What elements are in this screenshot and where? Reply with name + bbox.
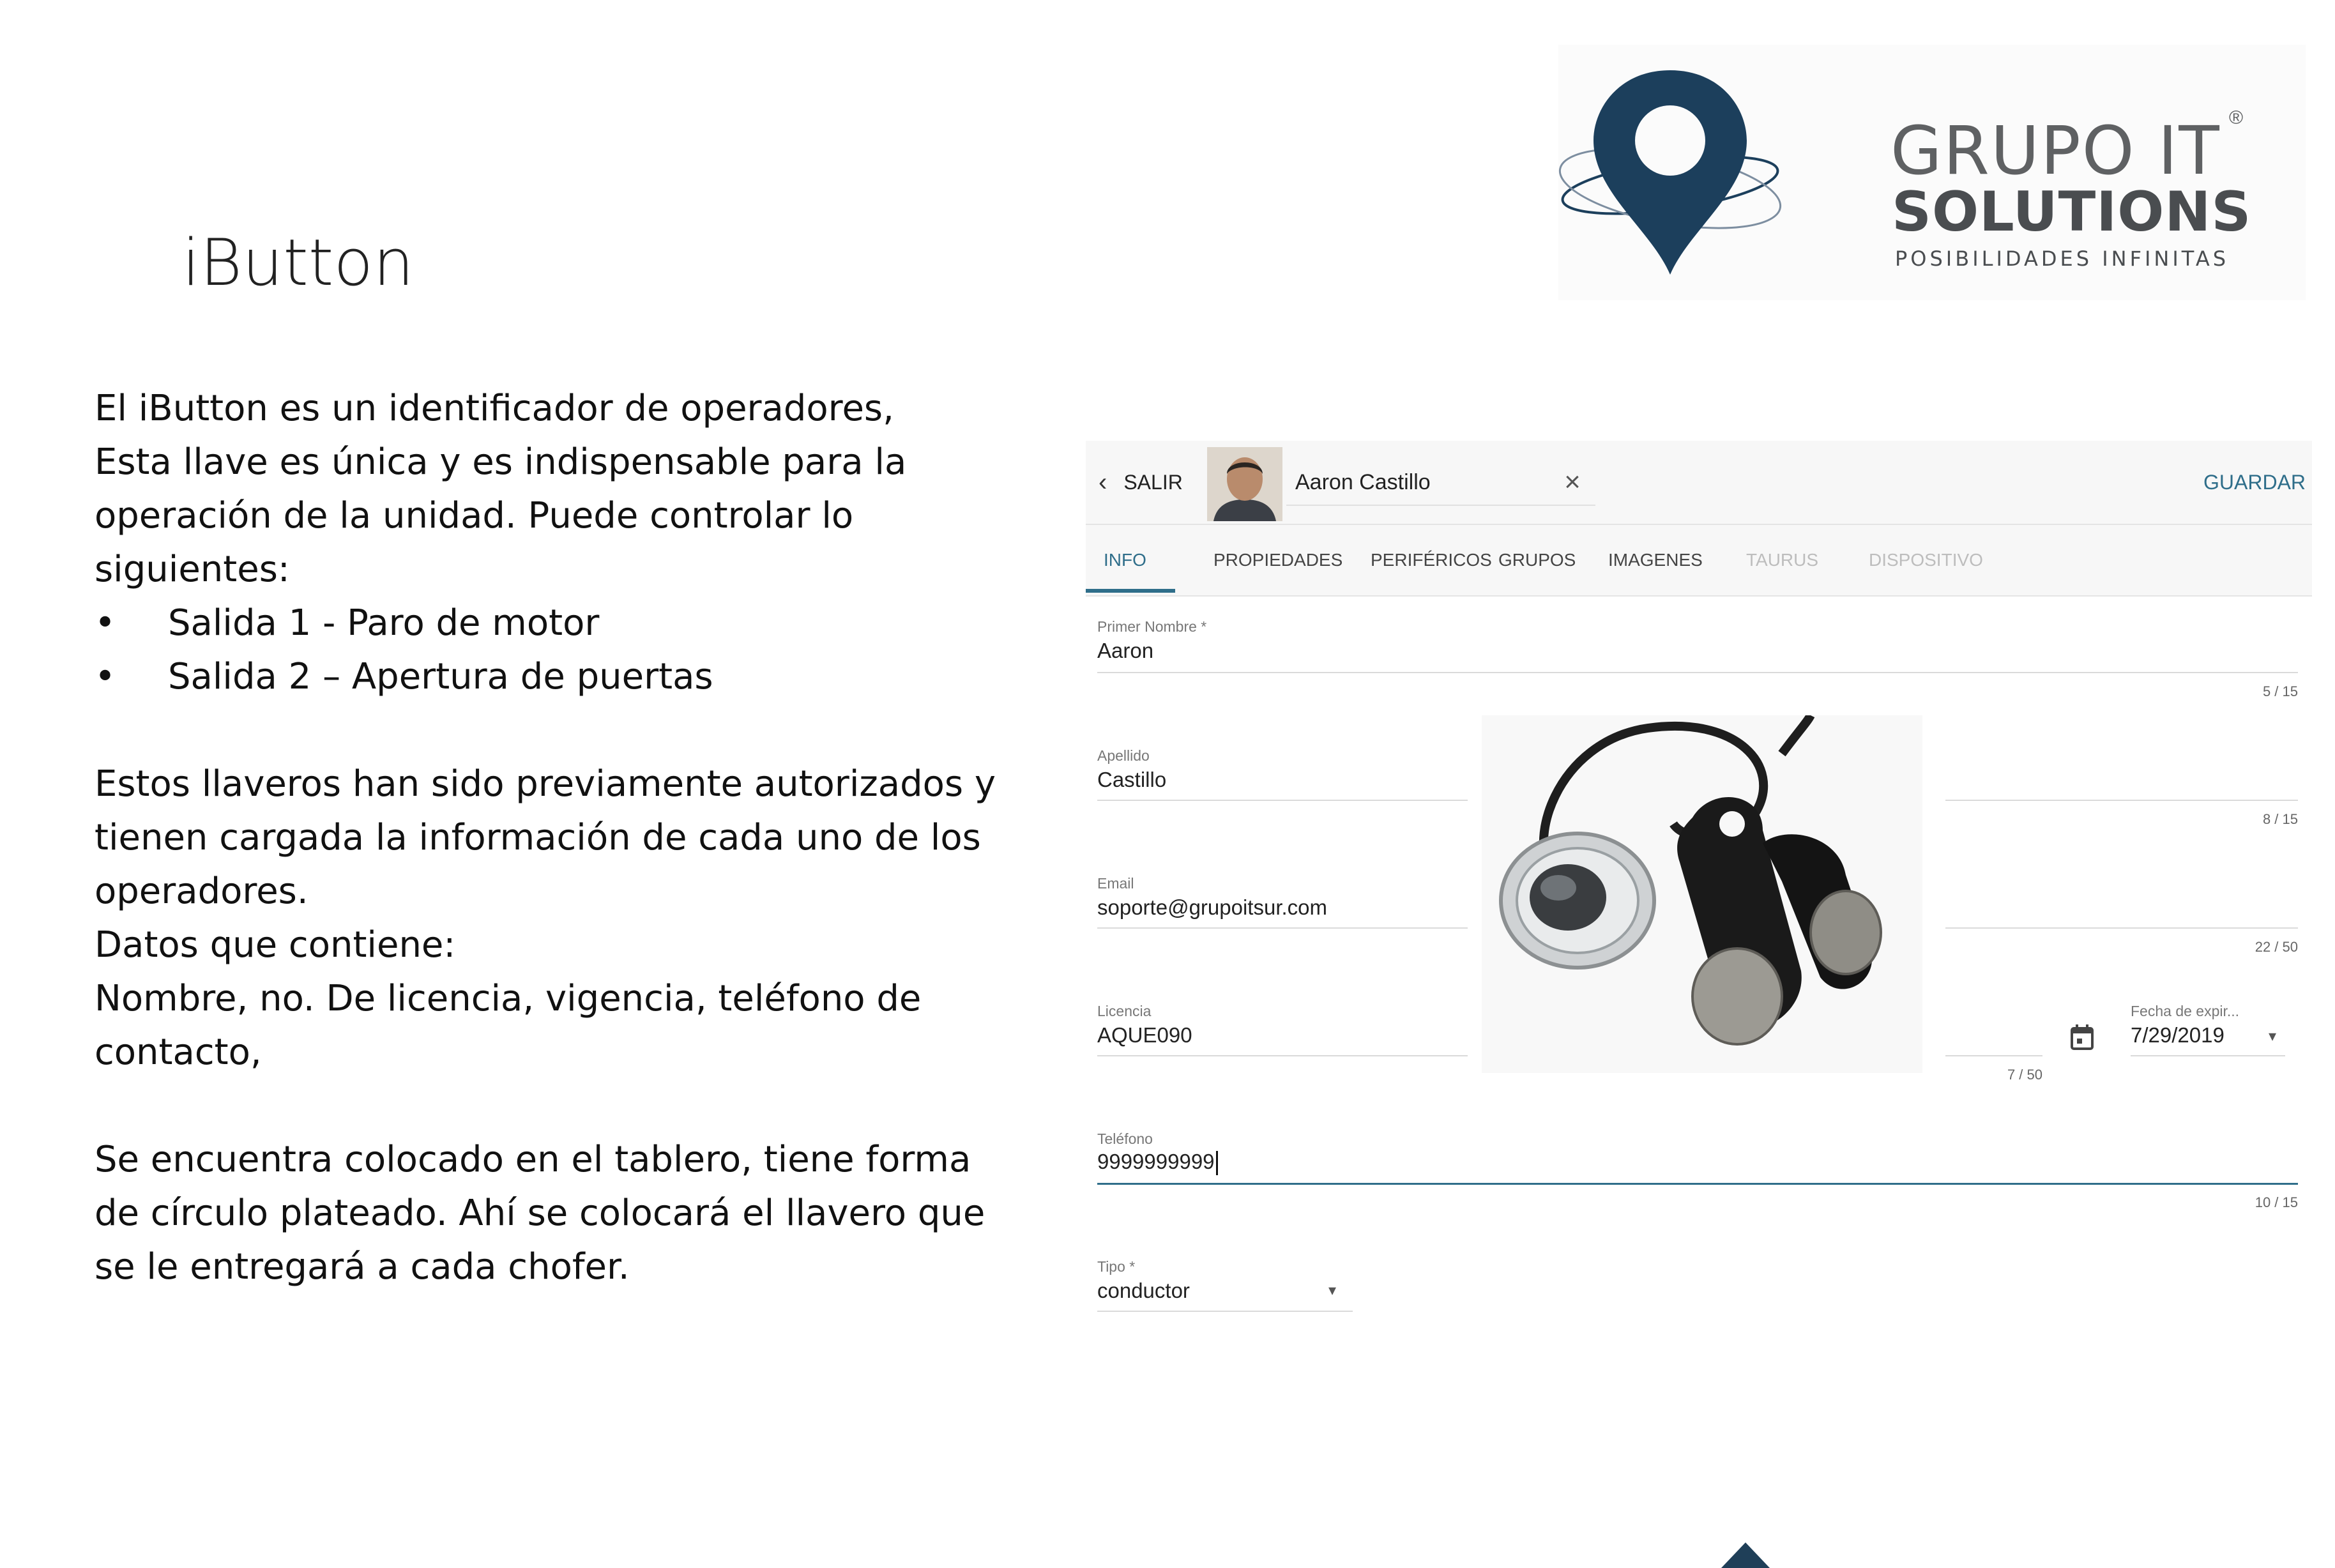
first-name-label: Primer Nombre * bbox=[1097, 618, 1207, 635]
bullet-text: Salida 1 - Paro de motor bbox=[168, 602, 600, 644]
phone-underline-focused bbox=[1097, 1183, 2298, 1185]
type-label: Tipo * bbox=[1097, 1258, 1136, 1275]
avatar[interactable] bbox=[1207, 447, 1282, 521]
chevron-down-icon[interactable]: ▾ bbox=[2269, 1027, 2276, 1046]
body-line: contacto, bbox=[95, 1031, 262, 1073]
first-name-input[interactable]: Aaron bbox=[1097, 639, 1153, 663]
bullet-item: • Salida 1 - Paro de motor bbox=[95, 597, 1027, 650]
logo-tagline: POSIBILIDADES INFINITAS bbox=[1895, 247, 2230, 271]
body-line: operadores. bbox=[95, 871, 308, 912]
back-button[interactable]: ‹ SALIR bbox=[1099, 460, 1183, 505]
driver-name-field[interactable]: Aaron Castillo bbox=[1286, 460, 1595, 506]
phone-value: 9999999999 bbox=[1097, 1150, 1215, 1173]
slide-title: iButton bbox=[182, 225, 415, 300]
type-select[interactable]: conductor bbox=[1097, 1279, 1190, 1303]
expiry-input[interactable]: 7/29/2019 bbox=[2131, 1023, 2225, 1047]
tab-dispositivo: DISPOSITIVO bbox=[1869, 550, 1983, 570]
first-name-underline bbox=[1097, 672, 2298, 673]
driver-photo bbox=[1207, 447, 1282, 521]
save-button[interactable]: GUARDAR bbox=[2203, 460, 2306, 505]
license-underline bbox=[1945, 1055, 2042, 1056]
chevron-left-icon: ‹ bbox=[1099, 468, 1107, 496]
license-label: Licencia bbox=[1097, 1003, 1152, 1019]
expiry-underline bbox=[2131, 1055, 2285, 1056]
tab-bar: INFO PROPIEDADES PERIFÉRICOS GRUPOS IMAG… bbox=[1086, 525, 2312, 597]
body-line: se le entregará a cada chofer. bbox=[95, 1246, 630, 1288]
last-name-input[interactable]: Castillo bbox=[1097, 768, 1166, 792]
body-line: El iButton es un identificador de operad… bbox=[95, 388, 894, 429]
ibutton-photo bbox=[1482, 713, 1922, 1073]
text-cursor bbox=[1215, 1151, 1218, 1176]
slide-body: El iButton es un identificador de operad… bbox=[95, 382, 1027, 1294]
last-name-underline bbox=[1097, 800, 1468, 801]
last-name-counter: 8 / 15 bbox=[2262, 811, 2298, 827]
email-underline bbox=[1097, 927, 1468, 929]
active-tab-indicator bbox=[1086, 589, 1175, 593]
body-line: tienen cargada la información de cada un… bbox=[95, 817, 981, 858]
bullet-item: • Salida 2 – Apertura de puertas bbox=[95, 650, 1027, 704]
body-line: Datos que contiene: bbox=[95, 924, 456, 966]
last-name-underline bbox=[1945, 800, 2298, 801]
first-name-counter: 5 / 15 bbox=[2262, 683, 2298, 699]
back-label: SALIR bbox=[1123, 470, 1183, 494]
email-input[interactable]: soporte@grupoitsur.com bbox=[1097, 895, 1327, 920]
body-line: Estos llaveros han sido previamente auto… bbox=[95, 763, 996, 805]
phone-counter: 10 / 15 bbox=[2255, 1194, 2298, 1210]
body-line: de círculo plateado. Ahí se colocará el … bbox=[95, 1192, 985, 1234]
tab-imagenes[interactable]: IMAGENES bbox=[1608, 525, 1703, 595]
tab-info[interactable]: INFO bbox=[1104, 525, 1146, 595]
chevron-down-icon[interactable]: ▾ bbox=[1328, 1281, 1336, 1300]
email-underline bbox=[1945, 927, 2298, 929]
license-counter: 7 / 50 bbox=[2007, 1067, 2042, 1083]
tab-propiedades[interactable]: PROPIEDADES bbox=[1213, 525, 1342, 595]
ibutton-reader-and-key-image bbox=[1482, 713, 1922, 1073]
bullet-text: Salida 2 – Apertura de puertas bbox=[168, 656, 713, 697]
body-line: Nombre, no. De licencia, vigencia, teléf… bbox=[95, 978, 922, 1019]
tab-grupos[interactable]: GRUPOS bbox=[1498, 525, 1576, 595]
calendar-icon[interactable] bbox=[2069, 1023, 2095, 1058]
body-line: siguientes: bbox=[95, 549, 290, 590]
expiry-label: Fecha de expir... bbox=[2131, 1003, 2240, 1019]
email-counter: 22 / 50 bbox=[2255, 939, 2298, 955]
registered-mark: ® bbox=[2229, 107, 2244, 128]
body-line: Esta llave es única y es indispensable p… bbox=[95, 441, 907, 483]
phone-input[interactable]: 9999999999 bbox=[1097, 1150, 1218, 1176]
bullet-dot: • bbox=[95, 656, 116, 697]
close-icon[interactable]: × bbox=[1553, 460, 1592, 505]
bullet-dot: • bbox=[95, 602, 116, 644]
type-underline bbox=[1097, 1311, 1353, 1312]
body-line: operación de la unidad. Puede controlar … bbox=[95, 495, 854, 537]
decorative-triangle bbox=[1721, 1542, 1770, 1568]
phone-label: Teléfono bbox=[1097, 1130, 1153, 1147]
license-underline bbox=[1097, 1055, 1468, 1056]
logo-line-1: GRUPO IT bbox=[1890, 112, 2221, 190]
license-input[interactable]: AQUE090 bbox=[1097, 1023, 1192, 1047]
driver-form-panel: ‹ SALIR Aaron Castillo × GUARDAR INFO PR… bbox=[1086, 441, 2312, 1341]
email-label: Email bbox=[1097, 875, 1134, 892]
last-name-label: Apellido bbox=[1097, 747, 1150, 764]
tab-perifericos[interactable]: PERIFÉRICOS bbox=[1371, 525, 1492, 595]
logo-line-2: SOLUTIONS bbox=[1892, 180, 2252, 244]
tab-taurus: TAURUS bbox=[1746, 550, 1819, 570]
body-line: Se encuentra colocado en el tablero, tie… bbox=[95, 1139, 971, 1180]
